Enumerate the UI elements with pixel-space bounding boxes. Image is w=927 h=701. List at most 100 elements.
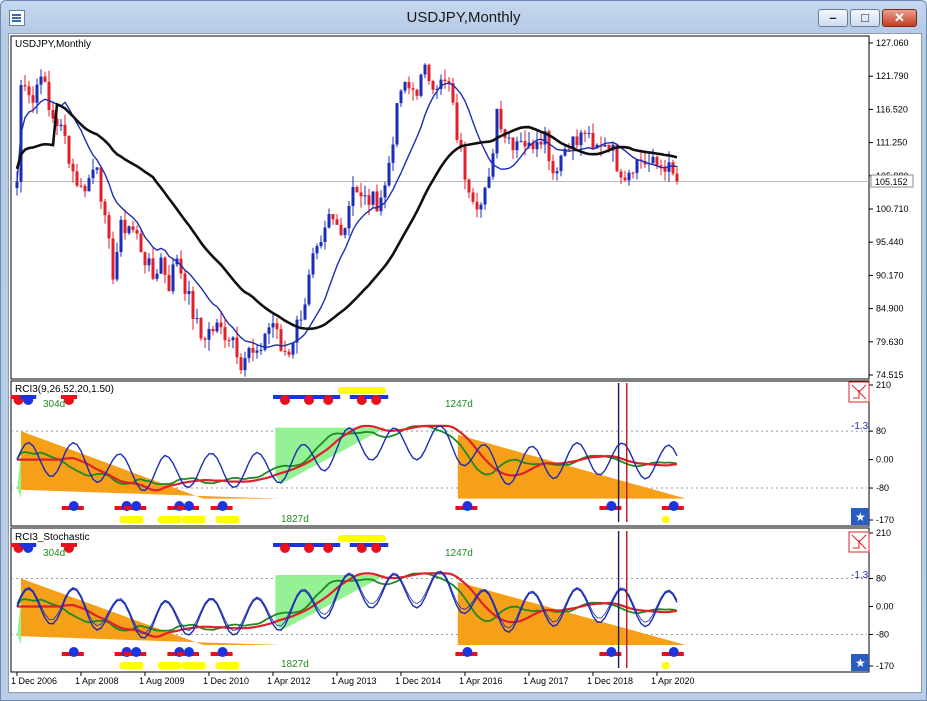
minimize-button[interactable]: – <box>818 9 848 27</box>
signal-bar-yellow <box>215 516 240 523</box>
candle-body <box>631 172 635 174</box>
candle-body <box>351 187 355 206</box>
chart-window: USDJPY,Monthly – □ ✕ 127.060 121.790 116.5… <box>0 0 927 701</box>
close-button[interactable]: ✕ <box>882 9 917 27</box>
rci-level-label: -1.3 <box>851 421 869 432</box>
candle-body <box>455 102 459 140</box>
candle-body <box>303 304 307 320</box>
signal-bar-yellow <box>157 516 182 523</box>
candle-body <box>107 215 111 239</box>
candle-body <box>31 95 35 103</box>
candle-body <box>111 238 115 280</box>
candle-body <box>419 74 423 96</box>
candle-body <box>35 84 39 103</box>
candle-body <box>579 132 583 146</box>
candle-body <box>131 226 135 230</box>
signal-dot <box>668 647 679 657</box>
candle-body <box>591 133 595 149</box>
current-price-tag: 105.152 <box>875 177 908 187</box>
candle-body <box>135 229 139 234</box>
indicator-axis-label: -170 <box>876 661 894 671</box>
indicator-axis-label: 0.00 <box>876 602 894 612</box>
time-axis-label: 1 Aug 2013 <box>331 676 377 686</box>
candle-body <box>155 273 159 279</box>
signal-dot <box>184 647 194 657</box>
candle-body <box>199 317 203 339</box>
candle-body <box>159 257 163 274</box>
candle-body <box>187 290 191 294</box>
candle-body <box>99 167 103 202</box>
close-icon: ✕ <box>894 10 905 25</box>
candle-body <box>51 110 55 119</box>
candle-body <box>283 350 287 352</box>
signal-dot <box>606 501 617 511</box>
candle-body <box>267 327 271 334</box>
indicator-axis-label: 210 <box>876 528 891 538</box>
candle-body <box>275 323 279 330</box>
candle-body <box>79 185 83 187</box>
candle-body <box>391 144 395 163</box>
rci-annotation-304d: 304d <box>43 399 65 410</box>
candle-body <box>355 187 359 193</box>
candle-body <box>123 219 127 234</box>
candle-body <box>411 88 415 90</box>
stoch-annotation-1247d: 1247d <box>445 548 473 559</box>
window-title: USDJPY,Monthly <box>406 9 521 26</box>
indicator-axis-label: 80 <box>876 574 886 584</box>
candle-body <box>95 167 99 170</box>
price-panel-title: USDJPY,Monthly <box>15 39 91 50</box>
candle-body <box>259 349 263 351</box>
signal-bar-yellow <box>157 662 182 669</box>
candle-body <box>407 81 411 89</box>
candle-body <box>487 176 491 188</box>
candle-body <box>575 136 579 146</box>
candle-body <box>443 79 447 82</box>
candle-body <box>287 351 291 355</box>
candle-body <box>371 191 375 205</box>
candle-body <box>395 103 399 145</box>
candle-body <box>211 328 215 332</box>
svg-text:★: ★ <box>855 510 866 524</box>
candle-body <box>191 290 195 319</box>
signal-dot <box>23 395 34 405</box>
candle-body <box>507 137 511 139</box>
candle-body <box>495 108 499 154</box>
time-axis-label: 1 Dec 2010 <box>203 676 249 686</box>
candle-body <box>463 147 467 180</box>
candle-body <box>671 162 675 174</box>
alert-icon[interactable] <box>848 531 870 553</box>
signal-dot <box>184 501 194 511</box>
maximize-button[interactable]: □ <box>850 9 880 27</box>
star-icon[interactable]: ★ <box>851 654 869 671</box>
candle-body <box>271 323 275 328</box>
candle-body <box>427 64 431 81</box>
signal-dot <box>131 647 142 657</box>
candle-body <box>483 187 487 205</box>
candle-body <box>555 171 559 174</box>
stoch-annotation-304d: 304d <box>43 548 65 559</box>
title-bar[interactable]: USDJPY,Monthly – □ ✕ <box>1 1 926 33</box>
candle-body <box>43 76 47 82</box>
candle-body <box>83 185 87 192</box>
candle-body <box>523 141 527 147</box>
candle-body <box>339 224 343 235</box>
candle-body <box>231 337 235 341</box>
candle-body <box>87 178 91 192</box>
signal-dot <box>668 501 679 511</box>
stoch-panel-title: RCI3_Stochastic <box>15 532 89 543</box>
signal-dot <box>280 395 290 405</box>
time-axis-label: 1 Apr 2016 <box>459 676 503 686</box>
candle-body <box>119 219 123 253</box>
candle-body <box>471 192 475 202</box>
alert-icon[interactable] <box>848 381 870 403</box>
time-axis-label: 1 Dec 2014 <box>395 676 441 686</box>
candle-body <box>367 195 371 205</box>
chart-canvas[interactable]: 127.060121.790116.520111.250105.980100.7… <box>9 34 921 692</box>
chart-area[interactable]: 127.060121.790116.520111.250105.980100.7… <box>8 33 922 693</box>
star-icon[interactable]: ★ <box>851 508 869 525</box>
price-axis-label: 116.520 <box>876 104 908 114</box>
candle-body <box>515 141 519 151</box>
signal-dot <box>304 395 314 405</box>
candle-body <box>415 89 419 96</box>
candle-body <box>623 177 627 181</box>
